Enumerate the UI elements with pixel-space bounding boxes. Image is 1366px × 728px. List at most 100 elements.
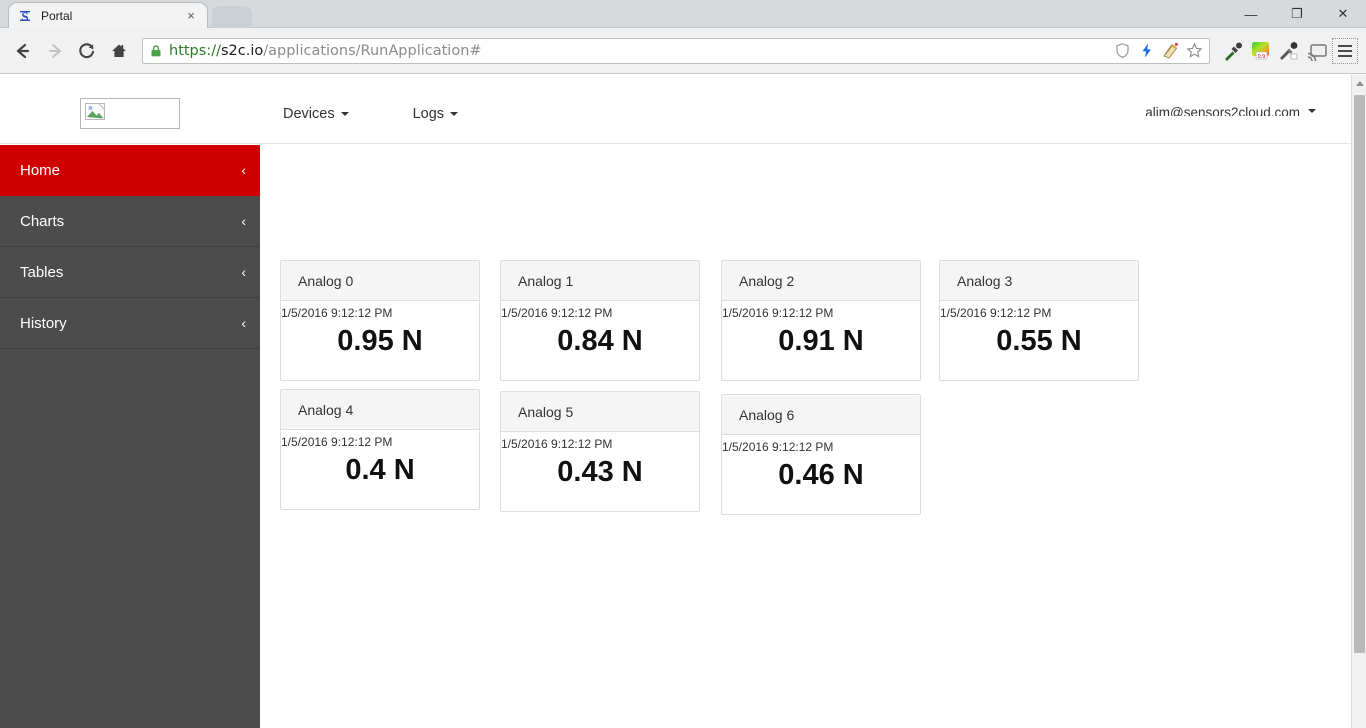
browser-titlebar: S Portal × — ❐ ✕ [0, 0, 1366, 28]
chevron-left-icon: ‹ [241, 162, 246, 178]
extension-icons: 0.9 [1216, 40, 1328, 62]
sensor-card[interactable]: Analog 6 1/5/2016 9:12:12 PM 0.46 N [721, 394, 921, 515]
pipette-icon[interactable] [1278, 40, 1300, 62]
sensor-card-timestamp: 1/5/2016 9:12:12 PM [722, 306, 834, 320]
sensor-card-title: Analog 0 [281, 261, 479, 301]
dashboard-content: Analog 0 1/5/2016 9:12:12 PM 0.95 N Analog … [260, 145, 1351, 728]
sensor-card-value: 0.46 N [778, 459, 864, 491]
sidebar-item-charts[interactable]: Charts ‹ [0, 196, 260, 247]
user-email-label: alim@sensors2cloud.com [1145, 105, 1300, 116]
sensor-card-body: 1/5/2016 9:12:12 PM 0.55 N [940, 301, 1138, 380]
nav-item-devices[interactable]: Devices [283, 106, 349, 122]
sidebar-item-home[interactable]: Home ‹ [0, 145, 260, 196]
hamburger-menu-icon[interactable] [1332, 37, 1358, 64]
scroll-up-button[interactable] [1352, 75, 1366, 92]
sensor-card-body: 1/5/2016 9:12:12 PM 0.95 N [281, 301, 479, 380]
window-controls: — ❐ ✕ [1228, 0, 1366, 28]
sensor-card[interactable]: Analog 3 1/5/2016 9:12:12 PM 0.55 N [939, 260, 1139, 381]
back-button[interactable] [8, 36, 38, 66]
sensor-card-title: Analog 1 [501, 261, 699, 301]
nav-item-logs-label: Logs [412, 106, 445, 122]
new-tab-button[interactable] [211, 6, 253, 28]
sensor-card-body: 1/5/2016 9:12:12 PM 0.4 N [281, 430, 479, 509]
sensor-card-value: 0.43 N [557, 456, 643, 488]
sensor-card-timestamp: 1/5/2016 9:12:12 PM [722, 440, 834, 454]
sidebar-item-history[interactable]: History ‹ [0, 298, 260, 349]
lightning-bolt-icon[interactable] [1138, 42, 1155, 59]
browser-toolbar: https://s2c.io/applications/RunApplicati… [0, 28, 1366, 74]
sensor-card-value: 0.55 N [996, 325, 1082, 357]
chevron-down-icon [340, 112, 349, 116]
sensor-card-title: Analog 5 [501, 392, 699, 432]
sensor-card-title: Analog 3 [940, 261, 1138, 301]
sensor-card[interactable]: Analog 5 1/5/2016 9:12:12 PM 0.43 N [500, 391, 700, 512]
tab-favicon-icon: S [17, 8, 33, 24]
user-account-menu[interactable]: alim@sensors2cloud.com [1145, 105, 1316, 116]
web-page: Devices Logs alim@sensors2cloud.com Home… [0, 75, 1351, 728]
sensor-card-value: 0.84 N [557, 325, 643, 357]
chevron-left-icon: ‹ [241, 264, 246, 280]
navbar-links: Devices Logs [283, 106, 459, 122]
chevron-left-icon: ‹ [241, 315, 246, 331]
padlock-icon [149, 44, 163, 58]
sensor-card-value: 0.4 N [345, 454, 415, 486]
sensor-card-value: 0.91 N [778, 325, 864, 357]
sensor-card[interactable]: Analog 4 1/5/2016 9:12:12 PM 0.4 N [280, 389, 480, 510]
sensor-card-body: 1/5/2016 9:12:12 PM 0.84 N [501, 301, 699, 380]
sensor-card-body: 1/5/2016 9:12:12 PM 0.91 N [722, 301, 920, 380]
cast-icon[interactable] [1306, 40, 1328, 62]
url-path: /applications/RunApplication# [263, 42, 482, 59]
sidebar-item-tables-label: Tables [20, 263, 64, 281]
sidebar-item-tables[interactable]: Tables ‹ [0, 247, 260, 298]
browser-tab[interactable]: S Portal × [8, 2, 208, 28]
scrollbar-thumb[interactable] [1354, 95, 1365, 653]
sensor-card-timestamp: 1/5/2016 9:12:12 PM [281, 306, 393, 320]
sensor-card-timestamp: 1/5/2016 9:12:12 PM [940, 306, 1052, 320]
maximize-restore-button[interactable]: ❐ [1274, 0, 1320, 28]
browser-window: S Portal × — ❐ ✕ https://s2c.io/applicat… [0, 0, 1366, 728]
sidebar-item-history-label: History [20, 314, 67, 332]
sensor-card-title: Analog 4 [281, 390, 479, 430]
sensor-card-title: Analog 6 [722, 395, 920, 435]
forward-button[interactable] [40, 36, 70, 66]
omnibox-icons [1114, 42, 1205, 59]
sensor-card-body: 1/5/2016 9:12:12 PM 0.46 N [722, 435, 920, 514]
sensor-card-timestamp: 1/5/2016 9:12:12 PM [501, 437, 613, 451]
svg-text:0.9: 0.9 [1258, 54, 1266, 60]
close-window-button[interactable]: ✕ [1320, 0, 1366, 28]
chevron-left-icon: ‹ [241, 213, 246, 229]
nav-item-devices-label: Devices [283, 106, 335, 122]
sensor-card-timestamp: 1/5/2016 9:12:12 PM [501, 306, 613, 320]
app-navbar: Devices Logs alim@sensors2cloud.com [0, 75, 1351, 144]
ruler-pencil-icon[interactable] [1162, 42, 1179, 59]
tab-title: Portal [41, 8, 73, 23]
sidebar: Home ‹ Charts ‹ Tables ‹ History ‹ [0, 145, 260, 728]
chevron-down-icon [1308, 108, 1316, 113]
color-picker-icon[interactable]: 0.9 [1250, 40, 1272, 62]
sidebar-item-home-label: Home [20, 161, 61, 179]
bookmark-star-icon[interactable] [1186, 42, 1203, 59]
address-bar[interactable]: https://s2c.io/applications/RunApplicati… [142, 37, 1210, 64]
page-scrollbar[interactable] [1351, 75, 1366, 728]
home-button[interactable] [104, 36, 134, 66]
reload-button[interactable] [72, 36, 102, 66]
url-scheme: https:// [169, 42, 221, 59]
url-host: s2c.io [220, 42, 264, 59]
tab-close-icon[interactable]: × [183, 8, 199, 24]
chevron-down-icon [450, 112, 459, 116]
sensor-card-body: 1/5/2016 9:12:12 PM 0.43 N [501, 432, 699, 511]
nav-item-logs[interactable]: Logs [412, 106, 459, 122]
app-logo [80, 98, 180, 129]
sensor-card[interactable]: Analog 1 1/5/2016 9:12:12 PM 0.84 N [500, 260, 700, 381]
url-text: https://s2c.io/applications/RunApplicati… [169, 43, 1114, 59]
broken-image-icon [85, 103, 106, 120]
sidebar-item-charts-label: Charts [20, 212, 65, 230]
sensor-card[interactable]: Analog 0 1/5/2016 9:12:12 PM 0.95 N [280, 260, 480, 381]
minimize-button[interactable]: — [1228, 0, 1274, 28]
page-viewport: Devices Logs alim@sensors2cloud.com Home… [0, 75, 1366, 728]
shield-icon[interactable] [1114, 42, 1131, 59]
sensor-card-title: Analog 2 [722, 261, 920, 301]
sensor-card[interactable]: Analog 2 1/5/2016 9:12:12 PM 0.91 N [721, 260, 921, 381]
eyedropper-icon[interactable] [1222, 40, 1244, 62]
sensor-card-value: 0.95 N [337, 325, 423, 357]
